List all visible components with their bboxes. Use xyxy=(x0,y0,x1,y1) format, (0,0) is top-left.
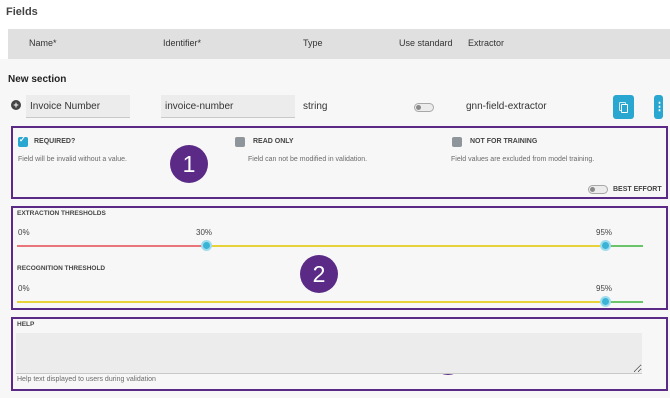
read-only-checkbox[interactable] xyxy=(235,137,245,147)
extractor-value: gnn-field-extractor xyxy=(466,101,547,112)
add-field-icon[interactable]: + xyxy=(11,100,21,110)
recognition-track-high xyxy=(606,301,643,303)
read-only-description: Field can not be modified in validation. xyxy=(248,156,368,163)
copy-icon xyxy=(613,95,634,119)
page-title: Fields xyxy=(6,6,38,18)
extraction-low-label: 30% xyxy=(196,228,213,237)
column-header-use-standard: Use standard xyxy=(399,38,453,48)
extraction-track-mid xyxy=(207,245,606,247)
best-effort-toggle[interactable] xyxy=(588,185,608,194)
not-for-training-label: NOT FOR TRAINING xyxy=(470,138,538,145)
column-header-identifier: Identifier* xyxy=(163,38,202,48)
column-header-type: Type xyxy=(303,38,323,48)
annotation-badge-2: 2 xyxy=(300,255,338,293)
field-name-input[interactable] xyxy=(26,95,130,118)
use-standard-toggle[interactable] xyxy=(414,103,434,112)
annotation-box-thresholds xyxy=(11,206,668,310)
extraction-high-handle[interactable] xyxy=(600,240,611,251)
check-icon: ✓ xyxy=(19,135,26,144)
field-identifier-input[interactable] xyxy=(161,95,295,118)
table-header: Name* Identifier* Type Use standard Extr… xyxy=(8,29,670,59)
recognition-threshold-label: RECOGNITION THRESHOLD xyxy=(17,265,106,272)
required-checkbox[interactable]: ✓ xyxy=(18,135,28,147)
field-type-value: string xyxy=(303,101,328,112)
extraction-thresholds-label: EXTRACTION THRESHOLDS xyxy=(17,210,106,217)
section-title: New section xyxy=(8,74,67,85)
extraction-low-handle[interactable] xyxy=(201,240,212,251)
extraction-min-label: 0% xyxy=(18,228,30,237)
column-header-extractor: Extractor xyxy=(468,38,505,48)
read-only-label: READ ONLY xyxy=(253,138,294,145)
help-textarea[interactable] xyxy=(16,333,642,374)
help-label: HELP xyxy=(17,321,35,328)
help-hint: Help text displayed to users during vali… xyxy=(17,376,156,383)
not-for-training-checkbox[interactable] xyxy=(452,137,462,147)
toggle-knob xyxy=(590,187,595,192)
recognition-high-handle[interactable] xyxy=(600,296,611,307)
more-options-button[interactable]: ⋮ xyxy=(654,95,665,119)
extraction-track-low xyxy=(17,245,207,247)
recognition-track-low xyxy=(17,301,606,303)
best-effort-label: BEST EFFORT xyxy=(613,186,662,193)
recognition-high-label: 95% xyxy=(596,284,613,293)
column-header-name: Name* xyxy=(29,38,57,48)
extraction-track-high xyxy=(606,245,643,247)
not-for-training-description: Field values are excluded from model tra… xyxy=(451,156,595,163)
annotation-badge-1: 1 xyxy=(170,145,208,183)
toggle-knob xyxy=(416,105,421,110)
recognition-min-label: 0% xyxy=(18,284,30,293)
copy-button[interactable] xyxy=(613,95,634,119)
more-vertical-icon: ⋮ xyxy=(654,101,665,113)
extraction-high-label: 95% xyxy=(596,228,613,237)
required-description: Field will be invalid without a value. xyxy=(18,156,127,163)
required-label: REQUIRED? xyxy=(34,138,76,145)
